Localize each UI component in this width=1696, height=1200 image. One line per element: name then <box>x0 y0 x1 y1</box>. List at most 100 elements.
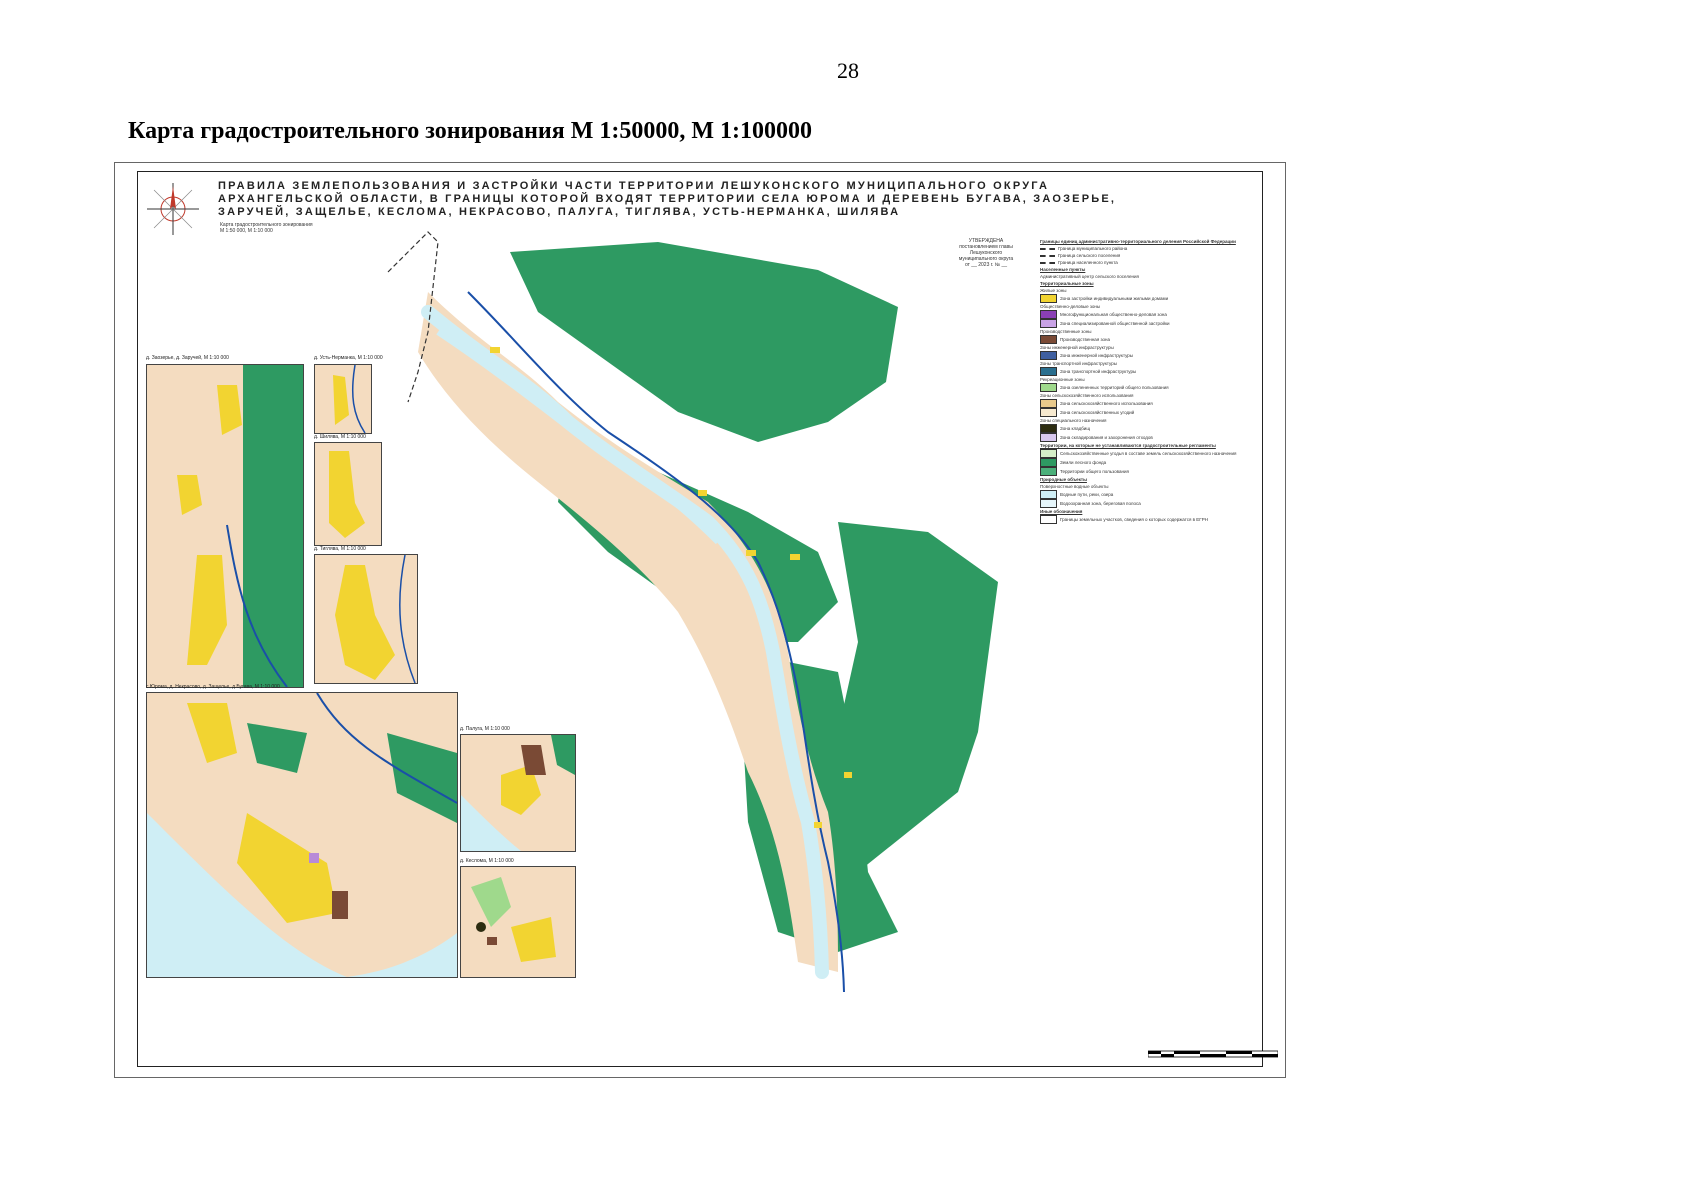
legend-item: Зоны сельскохозяйственного использования <box>1040 392 1262 399</box>
inset-label: д. Усть-Нерманка, М 1:10 000 <box>314 355 383 361</box>
legend-item-label: Зона сельскохозяйственных угодий <box>1060 410 1135 415</box>
legend-item: Границы единиц административно-территори… <box>1040 238 1262 245</box>
legend-item: Зона инженерной инфраструктуры <box>1040 351 1262 360</box>
legend-swatch <box>1040 433 1057 442</box>
legend-swatch <box>1040 335 1057 344</box>
legend-item: Территории общего пользования <box>1040 467 1262 476</box>
legend-item: Иные обозначения <box>1040 508 1262 515</box>
settlement-marker <box>814 822 822 828</box>
legend-swatch <box>1040 515 1057 524</box>
legend-item: Зоны специального назначения <box>1040 417 1262 424</box>
legend-swatch <box>1040 319 1057 328</box>
inset-label: д. Заозерье, д. Заручей, М 1:10 000 <box>146 355 229 361</box>
legend-item-label: Зона специализированной общественной зас… <box>1060 321 1170 326</box>
legend-item-label: Многофункциональная общественно-деловая … <box>1060 312 1167 317</box>
legend-swatch <box>1040 383 1057 392</box>
legend-item-label: Производственная зона <box>1060 337 1111 342</box>
legend-swatch <box>1040 408 1057 417</box>
legend-item: Зона транспортной инфраструктуры <box>1040 367 1262 376</box>
legend-item: Зона кладбищ <box>1040 424 1262 433</box>
inset-drawing <box>177 365 303 687</box>
legend-item-label: Поверхностные водные объекты <box>1040 484 1109 489</box>
legend-item-label: Производственные зоны <box>1040 329 1092 334</box>
legend-item-label: Зона озелененных территорий общего польз… <box>1060 385 1169 390</box>
inset-drawing <box>461 735 575 851</box>
page-heading: Карта градостроительного зонирования М 1… <box>128 118 813 144</box>
approval-block: УТВЕРЖДЕНА постановлением главы Лешуконс… <box>944 238 1028 268</box>
inset-yuroma[interactable] <box>146 692 458 978</box>
inset-label: д. Тиглява, М 1:10 000 <box>314 546 366 552</box>
legend-swatch <box>1040 310 1057 319</box>
legend-item-label: Граница сельского поселения <box>1058 253 1121 258</box>
inset-drawing <box>147 693 457 977</box>
legend-item-label: Водоохранная зона, береговая полоса <box>1060 501 1141 506</box>
legend-item: Общественно-деловые зоны <box>1040 303 1262 310</box>
legend-item: Границы земельных участков, сведения о к… <box>1040 515 1262 524</box>
legend-swatch <box>1040 399 1057 408</box>
legend-item-label: Граница муниципального района <box>1058 246 1128 251</box>
legend-swatch <box>1040 424 1057 433</box>
compass-rose-icon <box>147 183 199 235</box>
legend-item-label: Зоны инженерной инфраструктуры <box>1040 345 1114 350</box>
legend-swatch <box>1040 351 1057 360</box>
inset-keslomа[interactable] <box>460 866 576 978</box>
legend-swatch <box>1040 449 1057 458</box>
legend-item-label: Зона сельскохозяйственного использования <box>1060 401 1153 406</box>
legend-item: Сельскохозяйственные угодья в составе зе… <box>1040 449 1262 458</box>
legend-item-label: Зоны транспортной инфраструктуры <box>1040 361 1117 366</box>
legend-item: Населенные пункты <box>1040 266 1262 273</box>
legend-swatch <box>1040 490 1057 499</box>
settlement-marker <box>790 554 800 560</box>
legend-item-label: Зона инженерной инфраструктуры <box>1060 353 1133 358</box>
scale-bar <box>1148 1050 1278 1058</box>
map-subtitle: Карта градостроительного зонирования М 1… <box>220 222 313 234</box>
map-title-line: ЗАРУЧЕЙ, ЗАЩЕЛЬЕ, КЕСЛОМА, НЕКРАСОВО, ПА… <box>218 206 901 218</box>
legend-item-label: Иные обозначения <box>1040 509 1083 514</box>
legend-item: Рекреационные зоны <box>1040 376 1262 383</box>
inset-label: д. Кеслома, М 1:10 000 <box>460 858 514 864</box>
legend-item: Зона сельскохозяйственного использования <box>1040 399 1262 408</box>
legend-swatch <box>1040 458 1057 467</box>
legend-item-label: Населенные пункты <box>1040 267 1086 272</box>
inset-drawing <box>471 877 556 962</box>
legend-line-symbol <box>1040 254 1055 257</box>
legend-item-label: Территории общего пользования <box>1060 469 1129 474</box>
legend-swatch <box>1040 367 1057 376</box>
inset-drawing <box>329 451 365 538</box>
legend-item-label: Общественно-деловые зоны <box>1040 304 1101 309</box>
zoning-map[interactable]: ПРАВИЛА ЗЕМЛЕПОЛЬЗОВАНИЯ И ЗАСТРОЙКИ ЧАС… <box>137 171 1278 1067</box>
settlement-marker <box>698 490 707 496</box>
legend-item: Территории, на которые не устанавливаютс… <box>1040 442 1262 449</box>
page-number: 28 <box>837 58 859 83</box>
legend-item-label: Территории, на которые не устанавливаютс… <box>1040 443 1216 448</box>
map-title-line: АРХАНГЕЛЬСКОЙ ОБЛАСТИ, В ГРАНИЦЫ КОТОРОЙ… <box>218 193 1117 205</box>
legend-item-label: Зона кладбищ <box>1060 426 1091 431</box>
legend-item-label: Сельскохозяйственные угодья в составе зе… <box>1060 451 1237 456</box>
legend-item-label: Зоны специального назначения <box>1040 418 1107 423</box>
map-subtitle-line: М 1:50 000, М 1:10 000 <box>220 228 273 234</box>
legend-line-symbol <box>1040 261 1055 264</box>
inset-drawing <box>335 555 416 683</box>
legend-item: Граница населенного пункта <box>1040 259 1262 266</box>
settlement-marker <box>746 550 756 556</box>
legend-item-label: Зона транспортной инфраструктуры <box>1060 369 1137 374</box>
inset-zaozerye[interactable] <box>146 364 304 688</box>
legend-item: Природные объекты <box>1040 476 1262 483</box>
approval-line: от __ 2023 г. № __ <box>964 262 1008 268</box>
inset-ust-nermanka[interactable] <box>314 364 372 434</box>
legend-item-label: Земли лесного фонда <box>1060 460 1107 465</box>
inset-tiglyava[interactable] <box>314 554 418 684</box>
inset-shilyava[interactable] <box>314 442 382 546</box>
inset-drawing <box>333 365 366 433</box>
legend-item-label: Жилые зоны <box>1040 288 1067 293</box>
legend-item: Граница муниципального района <box>1040 245 1262 252</box>
legend-swatch <box>1040 499 1057 508</box>
legend-item-label: Границы единиц административно-территори… <box>1040 239 1236 244</box>
legend-item: Зоны инженерной инфраструктуры <box>1040 344 1262 351</box>
legend-item-label: Зона застройки индивидуальными жилыми до… <box>1060 296 1169 301</box>
inset-paluga[interactable] <box>460 734 576 852</box>
legend-item-label: Природные объекты <box>1040 477 1087 482</box>
map-title: ПРАВИЛА ЗЕМЛЕПОЛЬЗОВАНИЯ И ЗАСТРОЙКИ ЧАС… <box>218 180 1238 219</box>
legend-swatch <box>1040 467 1057 476</box>
legend-item-label: Зоны сельскохозяйственного использования <box>1040 393 1134 398</box>
